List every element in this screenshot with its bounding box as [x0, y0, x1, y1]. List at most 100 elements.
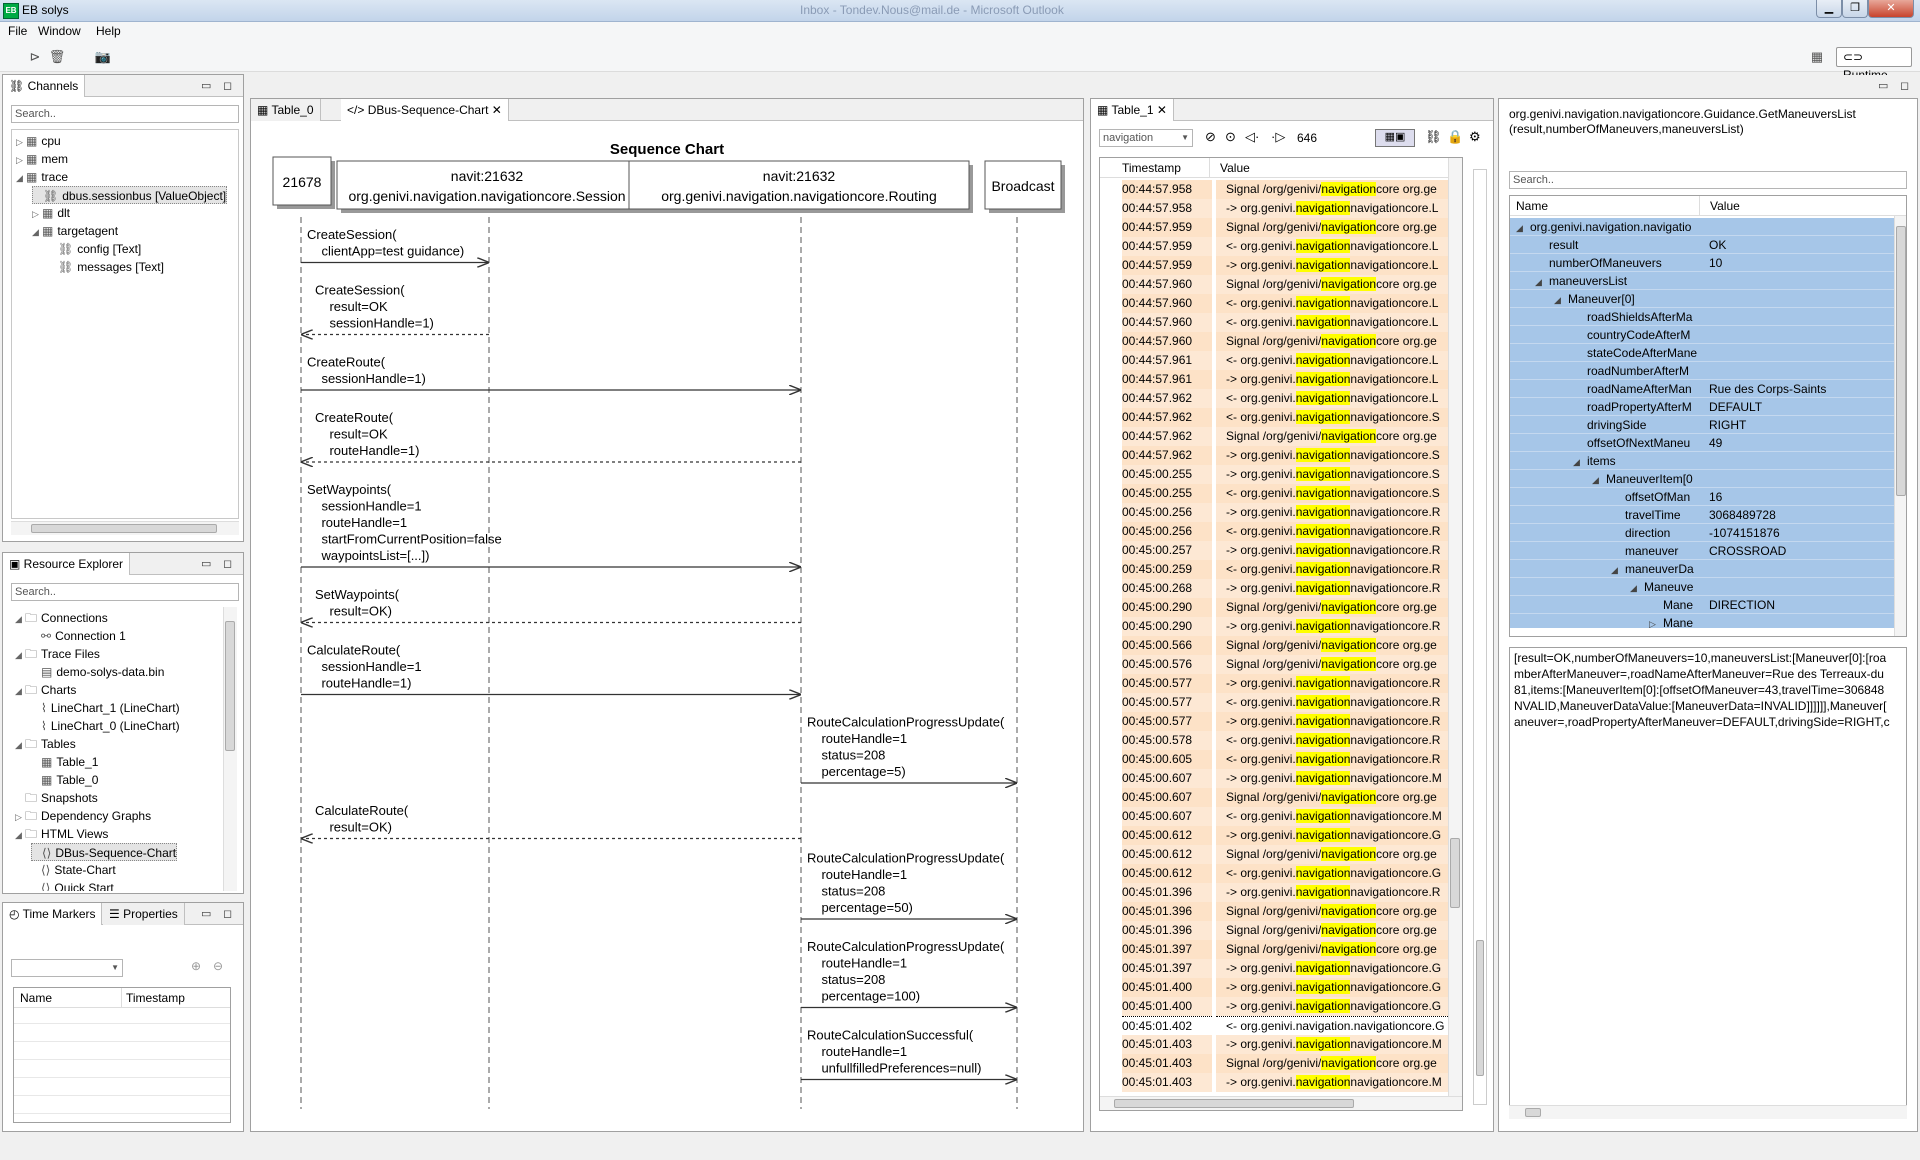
- expand-icon[interactable]: ◢: [15, 682, 25, 700]
- channels-search-input[interactable]: Search..: [11, 105, 239, 123]
- table-row[interactable]: 00:45:00.612 Signal /org/genivi/navigatio…: [1100, 845, 1450, 864]
- table-row[interactable]: 00:45:01.397 Signal /org/genivi/navigatio…: [1100, 940, 1450, 959]
- close-icon[interactable]: ✕: [1157, 103, 1167, 117]
- table-row[interactable]: 00:44:57.959 -> org.genivi.navigationnavi…: [1100, 256, 1450, 275]
- tree-item[interactable]: ▦ Table_0: [31, 771, 98, 789]
- detail-search-input[interactable]: Search..: [1509, 171, 1907, 189]
- table-row[interactable]: 00:45:00.605 <- org.genivi.navigationnavi…: [1100, 750, 1450, 769]
- table-row[interactable]: 00:45:00.259 <- org.genivi.navigationnavi…: [1100, 560, 1450, 579]
- detail-row[interactable]: travelTime 3068489728: [1510, 506, 1894, 524]
- tree-item[interactable]: ◢ 🗀 HTML Views: [15, 825, 108, 843]
- minimize-icon[interactable]: ▭: [201, 557, 211, 570]
- tree-item[interactable]: ◢ ▦ trace: [16, 168, 68, 186]
- table-row[interactable]: 00:44:57.962 -> org.genivi.navigationnavi…: [1100, 446, 1450, 465]
- tree-item[interactable]: ▷ 🗀 Dependency Graphs: [15, 807, 151, 825]
- detail-row[interactable]: ◢ org.genivi.navigation.navigatio: [1510, 218, 1894, 236]
- detail-row[interactable]: ◢ maneuverDa: [1510, 560, 1894, 578]
- minimize-icon[interactable]: ▭: [1878, 79, 1888, 92]
- detail-row[interactable]: roadShieldsAfterMa: [1510, 308, 1894, 326]
- expand-icon[interactable]: ◢: [1573, 453, 1587, 469]
- expand-icon[interactable]: ▷: [16, 151, 26, 169]
- expand-icon[interactable]: ◢: [16, 169, 26, 187]
- table1-h-scrollbar[interactable]: [1100, 1096, 1462, 1110]
- detail-row[interactable]: ◢ Maneuve: [1510, 578, 1894, 596]
- tab-time-markers[interactable]: ◴ Time Markers: [3, 903, 103, 925]
- timeline-scrollbar[interactable]: [1473, 169, 1487, 1105]
- time-markers-dropdown[interactable]: ▼: [11, 959, 123, 977]
- search-icon[interactable]: ⊙: [1225, 129, 1236, 145]
- detail-row[interactable]: maneuver CROSSROAD: [1510, 542, 1894, 560]
- table-row[interactable]: 00:44:57.960 Signal /org/genivi/navigatio…: [1100, 332, 1450, 351]
- tree-item[interactable]: ◢ 🗀 Trace Files: [15, 645, 100, 663]
- table-row[interactable]: 00:45:00.607 -> org.genivi.navigationnavi…: [1100, 769, 1450, 788]
- detail-row[interactable]: roadNameAfterMan Rue des Corps-Saints: [1510, 380, 1894, 398]
- table1-filter-combo[interactable]: navigation ▼: [1099, 129, 1193, 147]
- minimize-button[interactable]: ▁: [1816, 0, 1842, 18]
- table-row[interactable]: 00:44:57.960 <- org.genivi.navigationnavi…: [1100, 313, 1450, 332]
- expand-icon[interactable]: ▷: [32, 205, 42, 223]
- detail-row[interactable]: offsetOfMan 16: [1510, 488, 1894, 506]
- detail-raw-text[interactable]: [result=OK,numberOfManeuvers=10,maneuver…: [1509, 647, 1907, 1107]
- trash-icon[interactable]: 🗑: [48, 48, 66, 66]
- detail-row[interactable]: countryCodeAfterM: [1510, 326, 1894, 344]
- resources-search-input[interactable]: Search..: [11, 583, 239, 601]
- tab-table0[interactable]: ▦ Table_0: [251, 99, 321, 121]
- expand-icon[interactable]: ◢: [32, 223, 42, 241]
- expand-icon[interactable]: ◢: [1535, 273, 1549, 289]
- tree-item[interactable]: ⟨⟩ DBus-Sequence-Chart: [31, 843, 178, 861]
- tree-item[interactable]: ◢ 🗀 Tables: [15, 735, 76, 753]
- tree-item[interactable]: ⟨⟩ Quick Start: [31, 879, 114, 891]
- resources-v-scrollbar[interactable]: [223, 607, 237, 891]
- col-name-header[interactable]: Name: [1510, 196, 1700, 216]
- table-row[interactable]: 00:44:57.962 <- org.genivi.navigationnavi…: [1100, 389, 1450, 408]
- table-row[interactable]: 00:45:01.400 -> org.genivi.navigationnavi…: [1100, 997, 1450, 1016]
- table-row[interactable]: 00:44:57.961 <- org.genivi.navigationnavi…: [1100, 351, 1450, 370]
- expand-icon[interactable]: ◢: [15, 610, 25, 628]
- next-match-icon[interactable]: ·▷: [1271, 129, 1285, 145]
- table-row[interactable]: 00:45:00.577 <- org.genivi.navigationnavi…: [1100, 693, 1450, 712]
- table-row[interactable]: 00:45:01.400 -> org.genivi.navigationnavi…: [1100, 978, 1450, 997]
- tab-table1[interactable]: ▦ Table_1 ✕: [1091, 99, 1174, 121]
- detail-row[interactable]: roadNumberAfterM: [1510, 362, 1894, 380]
- col-value-header[interactable]: Value: [1700, 196, 1906, 216]
- tree-item[interactable]: ⛓ config [Text]: [48, 240, 141, 258]
- camera-icon[interactable]: 📷: [94, 48, 112, 66]
- detail-row[interactable]: ◢ items: [1510, 452, 1894, 470]
- detail-row[interactable]: Mane DIRECTION: [1510, 596, 1894, 614]
- channels-h-scrollbar[interactable]: [11, 521, 239, 535]
- filter-icon[interactable]: ⊘: [1205, 129, 1216, 145]
- channel-icon[interactable]: ⛓: [1425, 129, 1442, 145]
- col-value-header[interactable]: Value: [1210, 158, 1462, 178]
- tree-item[interactable]: ▷ ▦ cpu: [16, 132, 61, 150]
- table-row[interactable]: 00:45:00.576 Signal /org/genivi/navigatio…: [1100, 655, 1450, 674]
- runtime-perspective-button[interactable]: ⊂⊃ Runtime: [1836, 47, 1912, 82]
- remove-marker-icon[interactable]: ⊖: [213, 959, 223, 973]
- expand-icon[interactable]: ◢: [1516, 219, 1530, 235]
- tab-resource-explorer[interactable]: ▣ Resource Explorer: [3, 553, 131, 575]
- lock-icon[interactable]: 🔒: [1447, 129, 1463, 145]
- tree-item[interactable]: ⛓ messages [Text]: [48, 258, 164, 276]
- maximize-icon[interactable]: ◻: [223, 79, 232, 92]
- table-row[interactable]: 00:45:00.578 <- org.genivi.navigationnavi…: [1100, 731, 1450, 750]
- perspective-icon[interactable]: ▦: [1808, 48, 1826, 66]
- table-row[interactable]: 00:45:00.577 -> org.genivi.navigationnavi…: [1100, 674, 1450, 693]
- col-name-header[interactable]: Name: [14, 988, 122, 1008]
- menu-file[interactable]: File: [8, 24, 27, 38]
- tree-item[interactable]: ⌇ LineChart_1 (LineChart): [31, 699, 180, 717]
- maximize-icon[interactable]: ◻: [1900, 79, 1909, 92]
- tree-item[interactable]: ⟨⟩ State-Chart: [31, 861, 116, 879]
- tree-item[interactable]: ▷ ▦ mem: [16, 150, 68, 168]
- table-row[interactable]: 00:45:00.268 -> org.genivi.navigationnavi…: [1100, 579, 1450, 598]
- table-row[interactable]: 00:45:00.607 Signal /org/genivi/navigatio…: [1100, 788, 1450, 807]
- close-icon[interactable]: ✕: [492, 103, 502, 117]
- table-row[interactable]: 00:44:57.960 <- org.genivi.navigationnavi…: [1100, 294, 1450, 313]
- expand-icon[interactable]: ▷: [1649, 615, 1663, 628]
- col-timestamp-header[interactable]: Timestamp: [1100, 158, 1210, 178]
- table-row[interactable]: 00:44:57.959 Signal /org/genivi/navigatio…: [1100, 218, 1450, 237]
- expand-icon[interactable]: ◢: [1554, 291, 1568, 307]
- table-row[interactable]: 00:45:00.577 -> org.genivi.navigationnavi…: [1100, 712, 1450, 731]
- tab-dbus-sequence-chart[interactable]: </> DBus-Sequence-Chart ✕: [341, 99, 509, 121]
- table-row[interactable]: 00:45:00.612 <- org.genivi.navigationnavi…: [1100, 864, 1450, 883]
- table-row[interactable]: 00:45:01.402 <- org.genivi.navigation.nav…: [1100, 1016, 1450, 1035]
- table-row[interactable]: 00:44:57.959 <- org.genivi.navigationnavi…: [1100, 237, 1450, 256]
